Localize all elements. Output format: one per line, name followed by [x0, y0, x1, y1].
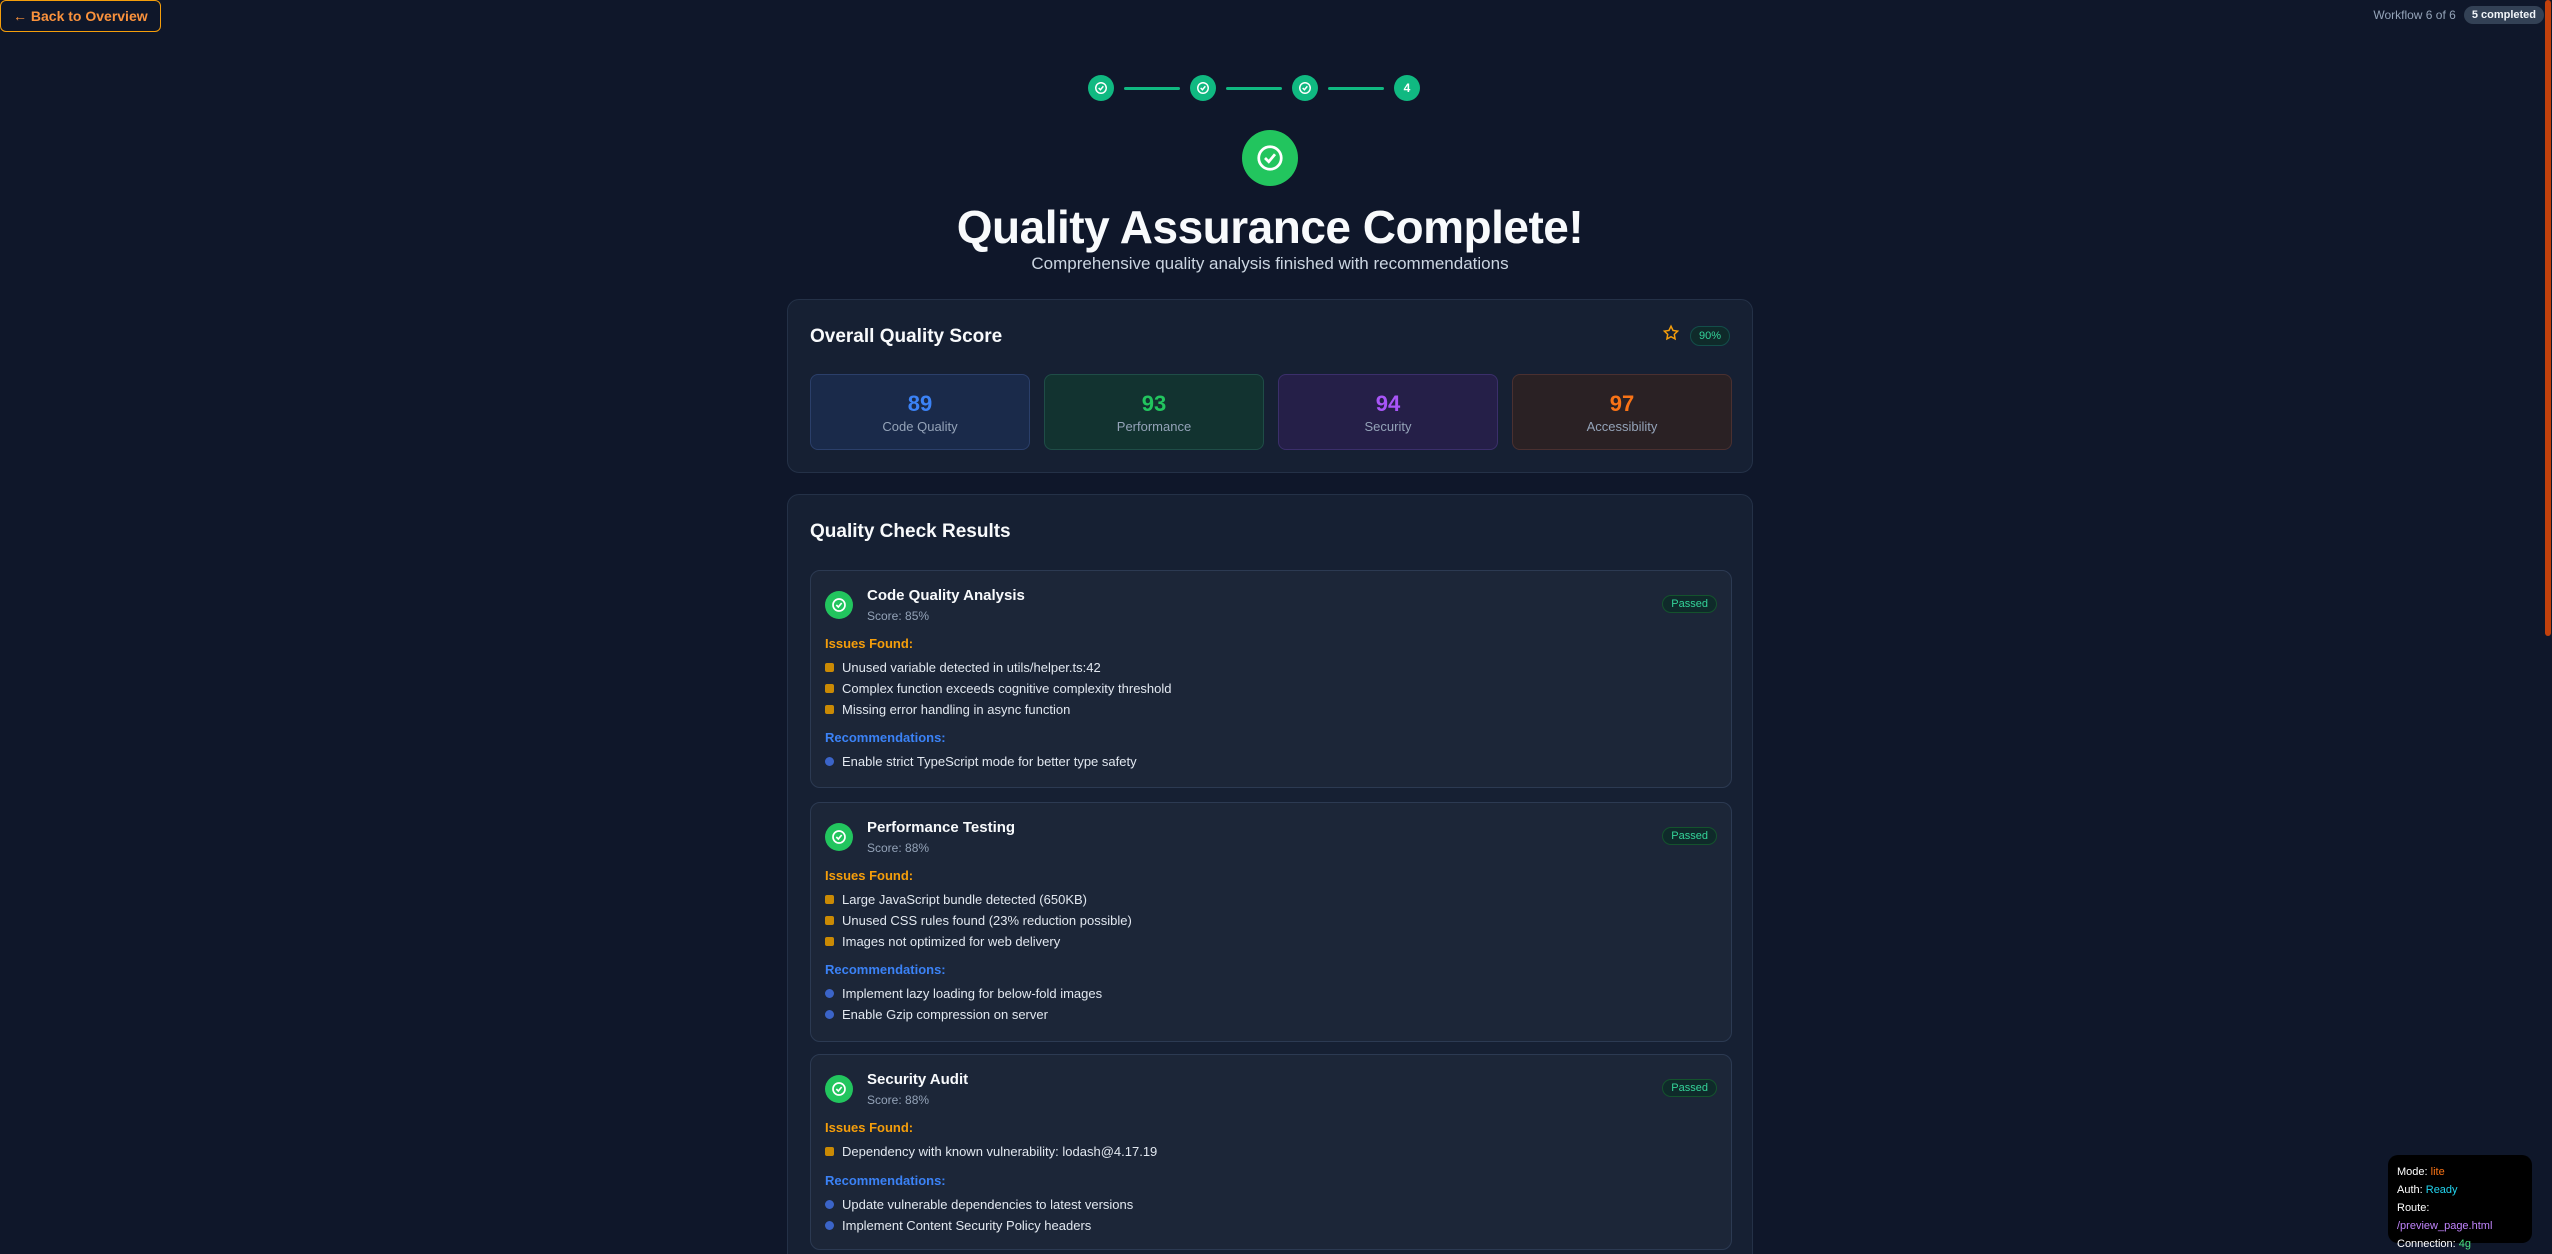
- status-connection: Connection: 4g: [2397, 1238, 2472, 1250]
- info-icon: [825, 757, 834, 766]
- workflow-progress-label: Workflow 6 of 6: [2373, 8, 2456, 22]
- metric-label: Performance: [1116, 418, 1192, 434]
- check-title: Performance Testing: [867, 819, 1016, 836]
- check-title: Security Audit: [867, 1071, 969, 1088]
- overall-score-card: Overall Quality Score 90% 89 Code Qualit…: [787, 299, 1753, 473]
- quality-check-results-card: Quality Check Results Code Quality Analy…: [787, 494, 1753, 1254]
- warning-icon: [825, 663, 834, 672]
- issue-item: Unused CSS rules found (23% reduction po…: [825, 913, 1132, 928]
- metric-label: Code Quality: [882, 418, 958, 434]
- recommendation-item: Implement lazy loading for below-fold im…: [825, 986, 1102, 1001]
- status-mode: Mode: lite: [2397, 1166, 2445, 1178]
- check-code-quality: Code Quality Analysis Score: 85% Passed …: [810, 570, 1732, 788]
- issue-item: Complex function exceeds cognitive compl…: [825, 681, 1172, 696]
- step-connector: [1328, 86, 1384, 90]
- star-icon: [1662, 324, 1680, 347]
- overall-score-badge: 90%: [1662, 324, 1730, 347]
- metric-accessibility: 97 Accessibility: [1512, 374, 1732, 450]
- check-passed-icon: [825, 591, 853, 619]
- metric-label: Accessibility: [1586, 418, 1658, 434]
- info-icon: [825, 989, 834, 998]
- recommendation-item: Implement Content Security Policy header…: [825, 1218, 1091, 1233]
- debug-status-panel: Mode: lite Auth: Ready Route: /preview_p…: [2388, 1155, 2532, 1250]
- check-performance: Performance Testing Score: 88% Passed Is…: [810, 802, 1732, 1042]
- metric-performance: 93 Performance: [1044, 374, 1264, 450]
- page-subtitle: Comprehensive quality analysis finished …: [1031, 254, 1509, 273]
- results-title: Quality Check Results: [810, 521, 1011, 542]
- metric-value: 93: [1141, 390, 1167, 416]
- step-connector: [1124, 86, 1180, 90]
- check-score: Score: 88%: [867, 1093, 930, 1107]
- issue-item: Unused variable detected in utils/helper…: [825, 660, 1101, 675]
- check-score: Score: 88%: [867, 841, 930, 855]
- step-4-current: 4: [1394, 75, 1420, 101]
- status-auth: Auth: Ready: [2397, 1184, 2458, 1196]
- warning-icon: [825, 916, 834, 925]
- info-icon: [825, 1200, 834, 1209]
- step-connector: [1226, 86, 1282, 90]
- issues-heading: Issues Found:: [825, 1120, 914, 1135]
- check-passed-icon: [825, 823, 853, 851]
- check-title: Code Quality Analysis: [867, 587, 1025, 604]
- page-scrollbar[interactable]: [2544, 0, 2552, 1254]
- recommendations-heading: Recommendations:: [825, 1173, 946, 1188]
- warning-icon: [825, 937, 834, 946]
- status-badge: Passed: [1662, 595, 1717, 613]
- scrollbar-thumb[interactable]: [2545, 0, 2551, 636]
- status-route: Route: /preview_page.html: [2397, 1202, 2493, 1232]
- overall-percent: 90%: [1689, 325, 1730, 346]
- status-badge: Passed: [1662, 1079, 1717, 1097]
- issues-heading: Issues Found:: [825, 868, 914, 883]
- check-security: Security Audit Score: 88% Passed Issues …: [810, 1054, 1732, 1250]
- step-3-complete-icon: [1292, 75, 1318, 101]
- completed-badge: 5 completed: [2463, 6, 2544, 24]
- metric-value: 94: [1375, 390, 1401, 416]
- workflow-info: Workflow 6 of 6 5 completed: [2373, 6, 2544, 24]
- recommendations-heading: Recommendations:: [825, 730, 946, 745]
- check-passed-icon: [825, 1075, 853, 1103]
- success-check-icon: [1242, 130, 1298, 186]
- info-icon: [825, 1221, 834, 1230]
- metric-label: Security: [1364, 418, 1412, 434]
- metric-security: 94 Security: [1278, 374, 1498, 450]
- issues-heading: Issues Found:: [825, 636, 914, 651]
- workflow-stepper: 4: [1088, 75, 1420, 101]
- issue-item: Missing error handling in async function: [825, 702, 1070, 717]
- back-to-overview-button[interactable]: ← Back to Overview: [0, 0, 161, 32]
- status-badge: Passed: [1662, 827, 1717, 845]
- issue-item: Dependency with known vulnerability: lod…: [825, 1144, 1157, 1159]
- warning-icon: [825, 684, 834, 693]
- warning-icon: [825, 1147, 834, 1156]
- check-score: Score: 85%: [867, 609, 930, 623]
- issue-item: Large JavaScript bundle detected (650KB): [825, 892, 1087, 907]
- metric-value: 97: [1609, 390, 1635, 416]
- step-2-complete-icon: [1190, 75, 1216, 101]
- metric-grid: 89 Code Quality 93 Performance 94 Securi…: [810, 374, 1732, 450]
- metric-code-quality: 89 Code Quality: [810, 374, 1030, 450]
- overall-score-title: Overall Quality Score: [810, 326, 1003, 347]
- recommendation-item: Update vulnerable dependencies to latest…: [825, 1197, 1133, 1212]
- step-1-complete-icon: [1088, 75, 1114, 101]
- metric-value: 89: [907, 390, 933, 416]
- recommendations-heading: Recommendations:: [825, 962, 946, 977]
- warning-icon: [825, 895, 834, 904]
- issue-item: Images not optimized for web delivery: [825, 934, 1060, 949]
- page-title: Quality Assurance Complete!: [956, 201, 1584, 253]
- info-icon: [825, 1010, 834, 1019]
- recommendation-item: Enable strict TypeScript mode for better…: [825, 754, 1137, 769]
- recommendation-item: Enable Gzip compression on server: [825, 1007, 1048, 1022]
- warning-icon: [825, 705, 834, 714]
